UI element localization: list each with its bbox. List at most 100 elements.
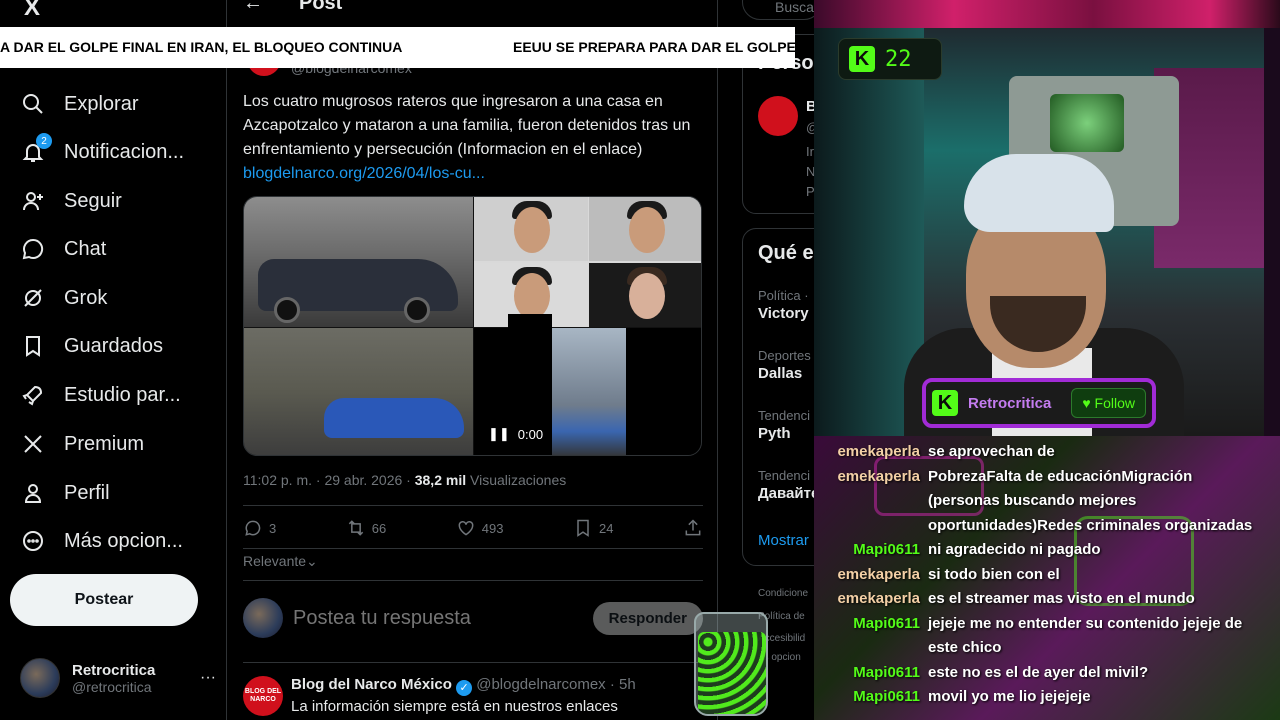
bookmark-icon — [577, 519, 589, 537]
sidebar-item-label: Notificacion... — [64, 140, 185, 163]
back-arrow-icon[interactable]: ← — [243, 0, 263, 15]
sidebar-item-explorar[interactable]: Explorar — [20, 84, 138, 124]
tweet-text: Los cuatro mugrosos rateros que ingresar… — [243, 90, 703, 186]
follow-button[interactable]: ♥ Follow — [1071, 388, 1146, 418]
chat-text: ni agradecido ni pagado — [928, 541, 1101, 558]
chat-username[interactable]: emekaperla — [824, 587, 920, 612]
suspect-photo — [589, 197, 701, 261]
like-action[interactable]: 493 — [456, 518, 503, 538]
chat-message: emekaperla PobrezaFalta de educaciónMigra… — [824, 465, 1264, 539]
chat-text: PobrezaFalta de educaciónMigración (pers… — [928, 467, 1253, 534]
repost-action[interactable]: 66 — [346, 518, 386, 538]
rocket-icon — [20, 382, 46, 408]
media-grid[interactable]: ❚❚ 0:00 — [243, 196, 702, 456]
video-controls[interactable]: ❚❚ 0:00 — [488, 426, 543, 442]
chat-text: es el streamer mas visto en el mundo — [928, 590, 1195, 607]
show-more-link[interactable]: Mostrar — [758, 532, 809, 549]
account-switcher[interactable]: Retrocritica @retrocritica ··· — [20, 656, 216, 700]
reply-author-handle[interactable]: @blogdelnarcomex — [476, 676, 605, 693]
profile-handle: @retrocritica — [72, 678, 152, 695]
sidebar-item-label: Estudio par... — [64, 383, 181, 406]
chat-text: se aprovechan de — [928, 443, 1055, 460]
suspect-photo — [589, 263, 701, 327]
verified-badge-icon: ✓ — [456, 680, 473, 696]
webcam-feed: K 22 K Retrocritica ♥ Follow — [814, 28, 1264, 436]
suggested-account-line: Ir — [806, 144, 814, 159]
views-label: Visualizaciones — [466, 472, 567, 488]
reply-author-name[interactable]: Blog del Narco México — [291, 676, 452, 693]
sidebar-item-label: Grok — [64, 286, 108, 309]
chat-message: Mapi0611 movil yo me lio jejejeje — [824, 685, 1264, 710]
trend-name[interactable]: Victory — [758, 305, 809, 322]
tweet-timestamp[interactable]: 11:02 p. m. · 29 abr. 2026 · — [243, 472, 415, 488]
pause-icon[interactable]: ❚❚ — [488, 426, 510, 442]
stream-banner — [814, 0, 1280, 28]
reply-count: 3 — [269, 520, 277, 536]
sidebar-item-seguir[interactable]: Seguir — [20, 181, 122, 221]
chat-text: si todo bien con el — [928, 565, 1060, 583]
chat-username[interactable]: emekaperla — [824, 440, 920, 465]
chat-username[interactable]: emekaperla — [824, 465, 920, 490]
sidebar-item-label: Chat — [64, 237, 107, 260]
stream-chat: emekaperla se aprovechan de emekaperla Pob… — [814, 436, 1280, 720]
sidebar-item-guardados[interactable]: Guardados — [20, 326, 163, 366]
stream-overlay: K 22 K Retrocritica ♥ Follow emekaperla s… — [814, 0, 1280, 720]
chat-username[interactable]: Mapi0611 — [824, 661, 920, 686]
trends-panel — [742, 228, 818, 566]
media-image-street[interactable] — [244, 328, 473, 455]
trend-name[interactable]: Pyth — [758, 425, 791, 442]
share-action[interactable] — [683, 518, 703, 538]
x-logo-icon[interactable]: X — [24, 0, 40, 22]
chat-username[interactable]: emekaperla — [824, 563, 920, 588]
sidebar-item-grok[interactable]: Grok — [20, 278, 107, 318]
media-image-car[interactable] — [244, 197, 473, 327]
channel-name: Retrocritica — [968, 394, 1052, 412]
streamer-cap — [964, 154, 1114, 232]
news-ticker: A DAR EL GOLPE FINAL EN IRAN, EL BLOQUEO… — [0, 27, 795, 68]
suggested-account-avatar[interactable] — [758, 96, 798, 136]
bell-icon: 2 — [20, 133, 52, 165]
trend-name[interactable]: Dallas — [758, 365, 802, 382]
sidebar-item-estudio[interactable]: Estudio par... — [20, 375, 181, 415]
person-icon — [20, 480, 46, 506]
chat-text: este no es el de ayer del mivil? — [928, 663, 1149, 681]
reply-input[interactable] — [293, 606, 583, 630]
sort-replies-dropdown[interactable]: Relevante⌄ — [243, 553, 318, 570]
search-input[interactable]: Busca — [742, 0, 818, 20]
post-button[interactable]: Postear — [10, 574, 198, 626]
chat-message: emekaperla es el streamer mas visto en el… — [824, 587, 1264, 612]
grok-icon — [20, 285, 46, 311]
footer-link[interactable]: Condicione — [758, 588, 808, 599]
reply-tweet-text: La información siempre está en nuestros … — [291, 698, 618, 715]
profile-name: Retrocritica — [72, 661, 156, 679]
repost-count: 66 — [371, 520, 387, 536]
reply-action[interactable]: 3 — [243, 518, 276, 538]
chat-message: Mapi0611 ni agradecido ni pagado — [824, 538, 1264, 563]
panel-title: Qué e — [758, 242, 814, 264]
chat-username[interactable]: Mapi0611 — [824, 685, 920, 710]
bookmark-count: 24 — [599, 520, 614, 536]
notification-badge: 2 — [36, 133, 52, 149]
reply-button[interactable]: Responder — [592, 601, 703, 635]
sidebar-item-label: Premium — [64, 432, 145, 455]
chat-username[interactable]: Mapi0611 — [824, 538, 920, 563]
tweet-link[interactable]: blogdelnarco.org/2026/04/los-cu... — [243, 162, 703, 186]
sidebar: X Explorar 2 Notificacion... Seguir Chat… — [0, 0, 226, 720]
sidebar-item-perfil[interactable]: Perfil — [20, 473, 110, 513]
repost-icon — [348, 520, 363, 536]
media-image-suspects[interactable] — [474, 197, 701, 327]
more-dots-icon[interactable]: ··· — [200, 669, 216, 687]
media-video[interactable]: ❚❚ 0:00 — [474, 314, 701, 455]
chat-username[interactable]: Mapi0611 — [824, 612, 920, 637]
bookmark-action[interactable]: 24 — [573, 518, 613, 538]
reply-author-avatar[interactable]: BLOG DEL NARCO — [243, 676, 283, 716]
jar-fill — [698, 632, 766, 714]
sidebar-item-label: Guardados — [64, 334, 163, 357]
follow-label: Follow — [1094, 395, 1135, 411]
tweet-body: Los cuatro mugrosos rateros que ingresar… — [243, 93, 691, 158]
sidebar-item-mas-opciones[interactable]: Más opcion... — [20, 521, 183, 561]
sidebar-item-premium[interactable]: Premium — [20, 424, 144, 464]
sidebar-item-chat[interactable]: Chat — [20, 229, 106, 269]
trend-name[interactable]: Давайте — [758, 485, 818, 502]
sidebar-item-notificaciones[interactable]: 2 Notificacion... — [20, 132, 184, 172]
